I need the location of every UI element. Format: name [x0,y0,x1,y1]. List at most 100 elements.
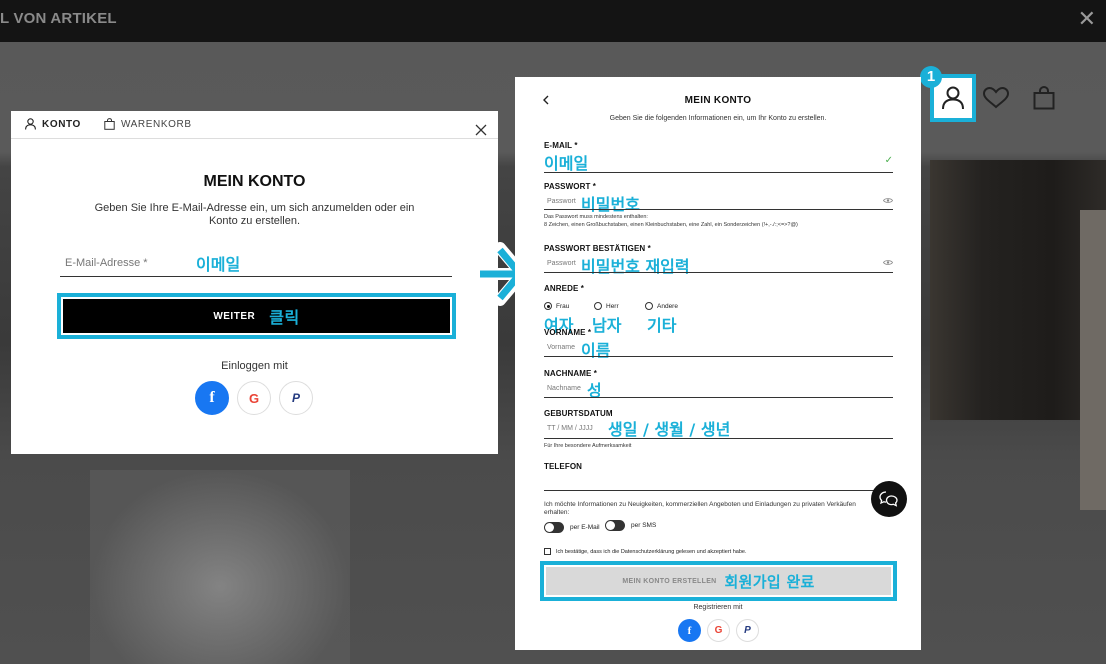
firstname-placeholder: Vorname [547,344,576,351]
lastname-placeholder: Nachname [547,385,581,392]
topbar-title: L VON ARTIKEL [0,10,117,27]
birthdate-annotation: 생일 / 생월 / 생년 [608,420,731,439]
google-register-button[interactable]: G [707,619,730,642]
phone-label: TELEFON [544,462,583,471]
login-tabs: KONTO WARENKORB [11,111,498,139]
privacy-checkbox-box[interactable] [544,548,551,555]
tab-konto[interactable]: KONTO [25,118,81,130]
radio-andere-dot [645,302,653,310]
birthdate-placeholder: TT / MM / JJJJ [547,425,593,432]
check-icon: ✓ [884,155,893,166]
chat-button[interactable] [871,481,907,517]
password-field[interactable]: PASSWORT * Passwort 비밀번호 Das Passwort mu… [544,182,893,237]
background-object [1080,210,1106,510]
submit-highlight: MEIN KONTO ERSTELLEN 회원가입 완료 [540,561,897,601]
toggle-sms[interactable]: per SMS [605,520,656,531]
password-placeholder: Passwort [547,198,576,205]
weiter-label: WEITER [213,310,256,322]
email-annotation: 이메일 [196,255,241,274]
password-confirm-underline [544,272,893,273]
phone-underline [544,490,893,491]
eye-icon[interactable] [883,259,893,266]
heart-icon[interactable] [976,78,1016,118]
toggle-email-label: per E-Mail [570,524,600,531]
phone-field[interactable]: TELEFON [544,462,893,492]
weiter-button[interactable]: WEITER 클릭 [63,299,450,333]
create-account-label: MEIN KONTO ERSTELLEN [622,577,717,585]
firstname-field[interactable]: VORNAME * Vorname 이름 [544,328,893,360]
salutation-label: ANREDE * [544,284,584,293]
password-confirm-placeholder: Passwort [547,260,576,267]
privacy-checkbox[interactable]: Ich bestätige, dass ich die Datenschutze… [544,548,746,555]
birthdate-field[interactable]: GEBURTSDATUM TT / MM / JJJJ 생일 / 생월 / 생년… [544,409,893,453]
password-rules: 8 Zeichen, einen Großbuchstaben, einen K… [544,222,798,228]
register-subtitle: Geben Sie die folgenden Informationen ei… [609,115,827,122]
create-account-button[interactable]: MEIN KONTO ERSTELLEN 회원가입 완료 [546,567,891,595]
toggle-sms-label: per SMS [631,522,657,529]
email-underline [544,172,893,173]
lastname-field[interactable]: NACHNAME * Nachname 성 [544,369,893,400]
tab-warenkorb[interactable]: WARENKORB [104,118,192,130]
social-login-row: f G P [195,381,313,415]
radio-frau-dot [544,302,552,310]
tab-warenkorb-label: WARENKORB [121,118,192,130]
email-input[interactable]: E-Mail-Adresse * 이메일 [60,249,452,277]
register-modal: MEIN KONTO Geben Sie die folgenden Infor… [515,77,921,650]
password-confirm-annotation: 비밀번호 재입력 [581,257,690,276]
radio-andere-label: Andere [657,302,678,310]
email-label: E-MAIL * [544,141,578,150]
tab-konto-label: KONTO [42,118,81,130]
login-with-label: Einloggen mit [221,360,288,372]
login-title: MEIN KONTO [203,173,306,190]
password-annotation: 비밀번호 [581,195,640,214]
register-title: MEIN KONTO [684,95,752,106]
birthdate-note: Für Ihre besondere Aufmerksamkeit [544,443,632,449]
firstname-label: VORNAME * [544,328,592,337]
toggle-sms-switch[interactable] [605,520,625,531]
toggle-email-switch[interactable] [544,522,564,533]
email-placeholder: E-Mail-Adresse * [65,257,148,269]
eye-icon[interactable] [883,197,893,204]
radio-herr-label: Herr [606,302,619,310]
login-modal: KONTO WARENKORB MEIN KONTO Geben Sie Ihr… [11,111,498,454]
close-icon[interactable]: ✕ [1078,8,1096,30]
email-annotation: 이메일 [544,154,589,173]
password-confirm-field[interactable]: PASSWORT BESTÄTIGEN * Passwort 비밀번호 재입력 [544,244,893,276]
facebook-register-button[interactable]: f [678,619,701,642]
radio-frau[interactable]: Frau [544,302,569,310]
chat-icon [879,491,898,507]
shopping-bag-icon [104,118,115,130]
top-bar: L VON ARTIKEL ✕ [0,0,1106,42]
facebook-login-button[interactable]: f [195,381,229,415]
step-badge: 1 [920,66,942,88]
password-hint: Das Passwort muss mindestens enthalten: [544,214,648,220]
birthdate-underline [544,438,893,439]
password-label: PASSWORT * [544,182,596,191]
register-with-label: Registrieren mit [693,604,743,611]
google-login-button[interactable]: G [237,381,271,415]
close-icon[interactable] [475,123,487,141]
email-field[interactable]: E-MAIL * 이메일 ✓ [544,141,893,173]
radio-andere[interactable]: Andere [645,302,678,310]
firstname-annotation: 이름 [581,341,611,360]
radio-herr[interactable]: Herr [594,302,619,310]
radio-frau-label: Frau [556,302,570,310]
login-description: Geben Sie Ihre E-Mail-Adresse ein, um si… [94,202,415,227]
create-account-annotation: 회원가입 완료 [724,572,815,591]
privacy-label: Ich bestätige, dass ich die Datenschutze… [556,548,747,555]
shopping-bag-icon[interactable] [1024,78,1064,118]
password-confirm-label: PASSWORT BESTÄTIGEN * [544,244,651,253]
password-underline [544,209,893,210]
toggle-email[interactable]: per E-Mail [544,522,600,533]
newsletter-text: Ich möchte Informationen zu Neuigkeiten,… [544,501,856,516]
radio-herr-dot [594,302,602,310]
lastname-underline [544,397,893,398]
paypal-login-button[interactable]: P [279,381,313,415]
user-icon [25,118,36,130]
social-register-row: f G P [678,619,759,642]
salutation-group: ANREDE * Frau Herr Andere 여자 남자 기타 [544,284,893,335]
background-highlight [90,470,350,664]
weiter-annotation: 클릭 [269,308,300,327]
firstname-underline [544,356,893,357]
paypal-register-button[interactable]: P [736,619,759,642]
